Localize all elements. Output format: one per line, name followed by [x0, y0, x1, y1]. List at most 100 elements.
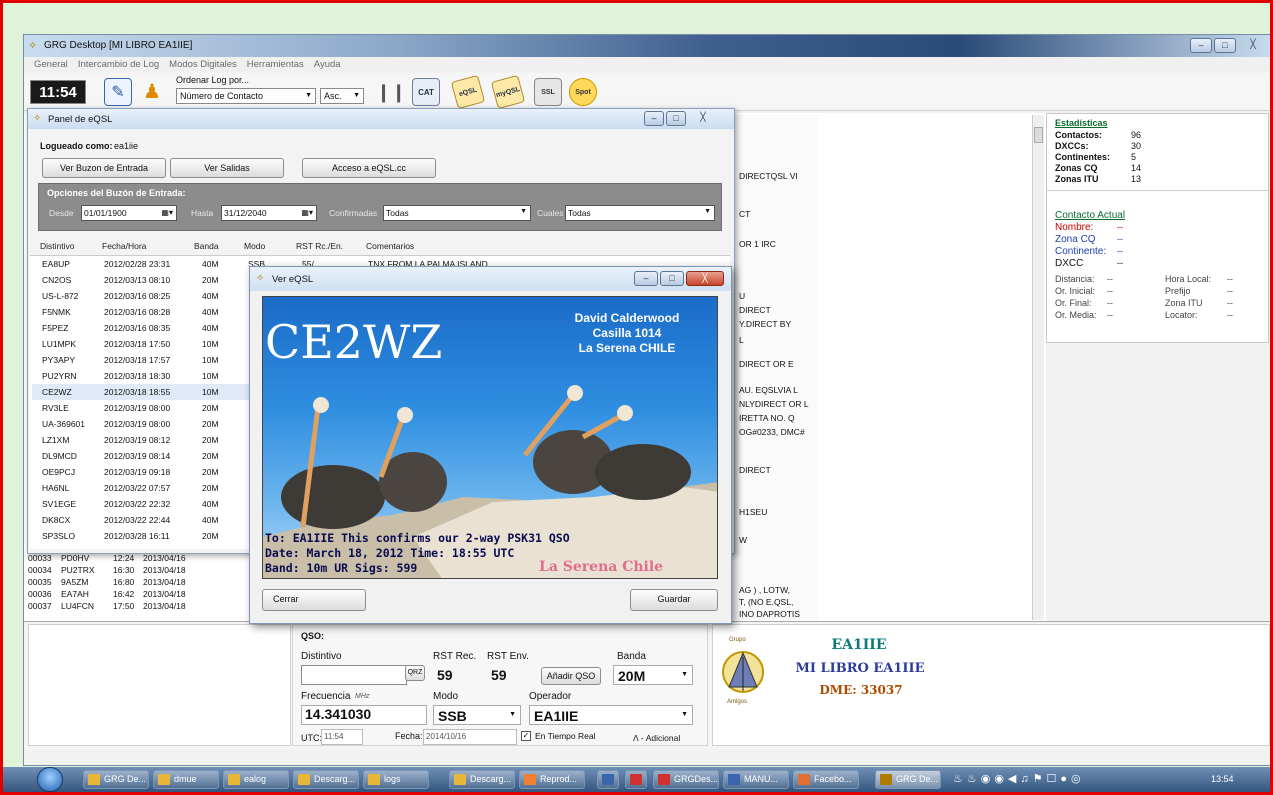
frecuencia-input[interactable]: 14.341030: [301, 705, 427, 725]
confirmadas-select[interactable]: Todas ▼: [383, 205, 531, 221]
or-inicial-label: Or. Inicial:: [1055, 286, 1096, 296]
stats-title[interactable]: Estadísticas: [1055, 118, 1108, 128]
calendar-icon[interactable]: ▦▾: [161, 208, 173, 217]
user-icon[interactable]: ♟: [138, 78, 166, 106]
minimize-button[interactable]: –: [644, 111, 664, 126]
notes-icon[interactable]: ✎: [104, 78, 132, 106]
close-button[interactable]: ╳: [1242, 38, 1264, 53]
row-datetime: 2012/03/22 22:32: [104, 499, 171, 509]
maximize-button[interactable]: □: [660, 271, 684, 286]
scrollbar-thumb[interactable]: [1034, 127, 1043, 143]
system-tray-icons[interactable]: ♨♨◉◉◀♫⚑☐●◎: [953, 772, 1085, 785]
start-button[interactable]: [37, 767, 63, 792]
ver-eqsl-titlebar[interactable]: ✧ Ver eQSL – □ ╳: [250, 267, 731, 291]
ver-salidas-button[interactable]: Ver Salidas: [170, 158, 284, 178]
operador-select[interactable]: EA1IIE ▼: [529, 705, 693, 725]
spot-icon[interactable]: Spot: [569, 78, 597, 106]
log-comment: DIRECT: [739, 465, 771, 475]
qso-entry-area: QSO: Distintivo QRZ RST Rec. RST Env. 59…: [24, 621, 1272, 749]
modo-select[interactable]: SSB ▼: [433, 705, 521, 725]
minimize-button[interactable]: –: [1190, 38, 1212, 53]
guardar-button[interactable]: Guardar: [630, 589, 718, 611]
eqsl-panel-titlebar[interactable]: ✧ Panel de eQSL – □ ╳: [28, 109, 734, 129]
log-comment: T, (NO E.QSL,: [739, 597, 794, 607]
taskbar-item[interactable]: Descarg...: [293, 770, 359, 789]
col-header[interactable]: Distintivo: [40, 241, 74, 251]
row-date: 2013/04/18: [143, 589, 186, 599]
cuales-select[interactable]: Todas ▼: [565, 205, 715, 221]
col-header[interactable]: Modo: [244, 241, 265, 251]
log-comment: NLYDIRECT OR L: [739, 399, 809, 409]
col-header[interactable]: RST Rc./En.: [296, 241, 343, 251]
cerrar-button[interactable]: Cerrar: [262, 589, 366, 611]
sort-select[interactable]: Número de Contacto ▼: [176, 88, 316, 104]
menu-bar: General Intercambio de Log Modos Digitales…: [24, 57, 1272, 72]
myqsl-icon[interactable]: myQSL: [490, 74, 526, 110]
close-button[interactable]: ╳: [690, 111, 716, 126]
taskbar-item[interactable]: GRGDes...: [653, 770, 719, 789]
log-comment: DIRECTQSL VI: [739, 171, 798, 181]
row-datetime: 2012/03/19 08:14: [104, 451, 171, 461]
hasta-value: 31/12/2040: [224, 208, 267, 218]
calendar-icon[interactable]: ▦▾: [301, 208, 313, 217]
eqsl-icon[interactable]: eQSL: [450, 74, 486, 110]
row-time: 16:80: [113, 577, 135, 587]
taskbar-item[interactable]: GRG De...: [83, 770, 149, 789]
tiempo-real-checkbox[interactable]: ✓: [521, 731, 531, 741]
taskbar-item[interactable]: dmue: [153, 770, 219, 789]
inbox-options: Opciones del Buzón de Entrada: Desde 01/…: [38, 183, 722, 231]
rst-env-value[interactable]: 59: [491, 667, 507, 683]
adicional-toggle[interactable]: Λ - Adicional: [633, 733, 680, 743]
ver-buzon-entrada-button[interactable]: Ver Buzon de Entrada: [42, 158, 166, 178]
taskbar-app[interactable]: [597, 770, 619, 789]
maximize-button[interactable]: □: [1214, 38, 1236, 53]
taskbar-item[interactable]: Descarg...: [449, 770, 515, 789]
bars-icon[interactable]: ❙❙: [376, 78, 406, 106]
maximize-button[interactable]: □: [666, 111, 686, 126]
taskbar-app[interactable]: [625, 770, 647, 789]
contacto-actual-title[interactable]: Contacto Actual: [1055, 210, 1125, 221]
cat-icon[interactable]: CAT: [412, 78, 440, 106]
menu-ayuda[interactable]: Ayuda: [314, 57, 341, 72]
fecha-input[interactable]: 2014/10/16: [423, 729, 517, 745]
desde-date-input[interactable]: 01/01/1900 ▦▾: [81, 205, 177, 221]
station-book: MI LIBRO EA1IIE: [795, 661, 925, 676]
stat-label: Continentes:: [1055, 152, 1110, 162]
title-bar[interactable]: ✧ GRG Desktop [MI LIBRO EA1IIE] – □ ╳: [24, 35, 1272, 57]
taskbar-item-active[interactable]: GRG De...: [875, 770, 941, 789]
anadir-qso-button[interactable]: Añadir QSO: [541, 667, 601, 685]
nombre-label: Nombre:: [1055, 222, 1094, 233]
taskbar-item[interactable]: ealog: [223, 770, 289, 789]
taskbar: GRG De... dmue ealog Descarg... logs Des…: [3, 767, 1270, 792]
taskbar-item[interactable]: Reprod...: [519, 770, 585, 789]
row-number: 00034: [28, 565, 52, 575]
distintivo-input[interactable]: [301, 665, 407, 685]
frecuencia-label: Frecuencia: [301, 691, 351, 702]
rst-rec-value[interactable]: 59: [437, 667, 453, 683]
row-call: SP3SLO: [42, 531, 76, 541]
menu-modos-digitales[interactable]: Modos Digitales: [169, 57, 237, 72]
ver-eqsl-title: Ver eQSL: [272, 274, 314, 285]
minimize-button[interactable]: –: [634, 271, 658, 286]
col-header[interactable]: Banda: [194, 241, 219, 251]
order-select[interactable]: Asc. ▼: [320, 88, 364, 104]
col-header[interactable]: Comentarios: [366, 241, 414, 251]
hasta-date-input[interactable]: 31/12/2040 ▦▾: [221, 205, 317, 221]
log-scrollbar[interactable]: [1032, 115, 1044, 620]
acceso-eqsl-button[interactable]: Acceso a eQSL.cc: [302, 158, 436, 178]
menu-intercambio[interactable]: Intercambio de Log: [78, 57, 159, 72]
close-button[interactable]: ╳: [686, 271, 724, 286]
card-address-2: La Serena CHILE: [578, 341, 676, 355]
col-header[interactable]: Fecha/Hora: [102, 241, 146, 251]
utc-input[interactable]: 11:54: [321, 729, 363, 745]
stat-label: Zonas ITU: [1055, 174, 1099, 184]
qrz-button[interactable]: QRZ: [405, 665, 425, 681]
menu-herramientas[interactable]: Herramientas: [247, 57, 304, 72]
menu-general[interactable]: General: [34, 57, 68, 72]
ssl-icon[interactable]: SSL: [534, 78, 562, 106]
banda-select[interactable]: 20M ▼: [613, 665, 693, 685]
taskbar-item[interactable]: logs: [363, 770, 429, 789]
taskbar-item[interactable]: Facebo...: [793, 770, 859, 789]
taskbar-item[interactable]: MANU...: [723, 770, 789, 789]
taskbar-label: GRG De...: [104, 774, 147, 784]
